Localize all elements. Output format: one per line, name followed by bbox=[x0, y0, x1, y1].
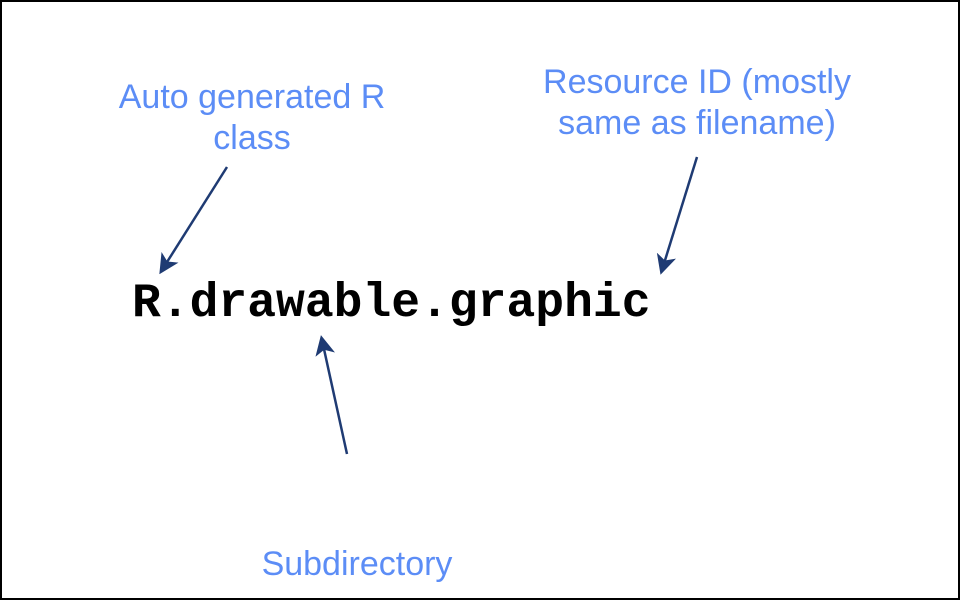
arrow-resource-id bbox=[662, 157, 697, 270]
annotation-subdirectory: Subdirectory in res folder bbox=[202, 462, 512, 600]
annotation-subdirectory-line1: Subdirectory bbox=[202, 544, 512, 585]
code-token-dot2: . bbox=[420, 277, 449, 331]
code-expression: R.drawable.graphic bbox=[132, 277, 651, 331]
code-token-drawable: drawable bbox=[190, 277, 420, 331]
code-token-graphic: graphic bbox=[449, 277, 651, 331]
code-token-dot1: . bbox=[161, 277, 190, 331]
diagram-stage: Auto generated R class Resource ID (most… bbox=[0, 0, 960, 600]
arrow-r-class bbox=[162, 167, 227, 270]
annotation-r-class: Auto generated R class bbox=[87, 77, 417, 159]
arrow-subdirectory bbox=[322, 340, 347, 454]
code-token-r: R bbox=[132, 277, 161, 331]
annotation-resource-id: Resource ID (mostly same as filename) bbox=[482, 62, 912, 144]
